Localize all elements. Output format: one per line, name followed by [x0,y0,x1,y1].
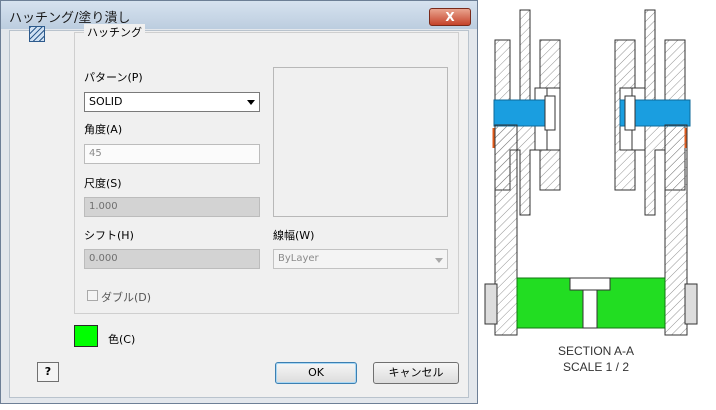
section-drawing: SECTION A-A SCALE 1 / 2 [484,9,698,374]
cancel-button[interactable]: キャンセル [373,362,459,384]
pattern-select[interactable]: SOLID [84,92,260,112]
double-label: ダブル(D) [101,291,152,304]
title-bar: ハッチング/塗り潰し X [1,1,477,29]
chevron-down-icon [247,100,255,105]
shift-label: シフト(H) [84,229,134,242]
scale-field[interactable]: 1.000 [84,197,260,217]
color-label: 色(C) [108,333,136,346]
hatch-group-title: ハッチング [84,24,145,40]
pattern-label: パターン(P) [84,71,143,84]
help-button[interactable]: ? [37,362,59,382]
scale-label-drawing: SCALE 1 / 2 [563,360,629,374]
lineweight-label: 線幅(W) [273,229,315,242]
blue-axles [493,95,691,131]
ok-button[interactable]: OK [275,362,357,384]
color-swatch-button[interactable] [74,325,98,347]
scale-label: 尺度(S) [84,177,122,190]
bottom-shaft [484,277,698,329]
double-checkbox[interactable] [87,290,98,301]
close-button[interactable]: X [429,8,471,26]
pattern-select-value: SOLID [89,95,123,108]
chevron-down-icon [435,258,443,263]
angle-field[interactable]: 45 [84,144,260,164]
lineweight-select[interactable]: ByLayer [273,249,448,269]
angle-label: 角度(A) [84,123,123,136]
hatch-preview [273,67,448,217]
section-label: SECTION A-A [558,344,634,358]
shift-field[interactable]: 0.000 [84,249,260,269]
lineweight-value: ByLayer [278,253,319,264]
hatch-pattern-icon [29,26,45,42]
